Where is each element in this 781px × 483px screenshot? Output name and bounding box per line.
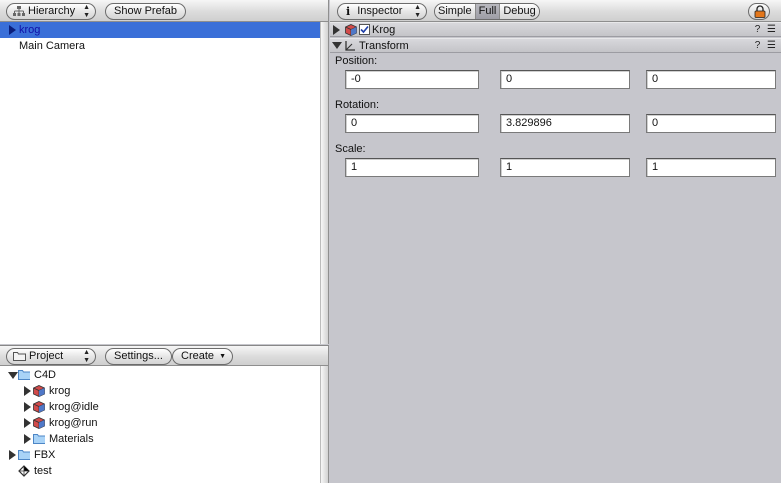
rotation-label: Rotation: bbox=[335, 99, 380, 111]
settings-button[interactable]: Settings... bbox=[105, 348, 172, 365]
project-title: Project bbox=[29, 350, 64, 362]
transform-icon bbox=[345, 41, 355, 51]
project-item-fbx[interactable]: FBX bbox=[0, 447, 320, 463]
hierarchy-item-label: krog bbox=[19, 24, 41, 36]
updown-arrows-icon: ▲ ▼ bbox=[414, 4, 421, 19]
context-menu-icon[interactable]: ☰ bbox=[767, 24, 778, 35]
inspector-title: Inspector bbox=[357, 5, 403, 18]
folder-icon bbox=[18, 370, 30, 380]
folder-icon bbox=[13, 352, 26, 362]
rotation-x-field[interactable]: 0 bbox=[345, 114, 479, 133]
mode-debug[interactable]: Debug bbox=[500, 4, 539, 19]
mode-full[interactable]: Full bbox=[475, 4, 501, 19]
hierarchy-title: Hierarchy bbox=[28, 5, 76, 17]
project-item-krog[interactable]: krog bbox=[0, 383, 320, 399]
show-prefab-button[interactable]: Show Prefab bbox=[105, 3, 186, 20]
model-icon bbox=[33, 401, 45, 413]
transform-header: Transform ? ☰ bbox=[330, 38, 781, 53]
project-item-test[interactable]: test bbox=[0, 463, 320, 479]
transform-title: Transform bbox=[359, 40, 409, 52]
project-item-label: C4D bbox=[34, 369, 57, 381]
create-dropdown[interactable]: Create ▼ bbox=[172, 348, 234, 365]
component-header-controls: ? ☰ bbox=[755, 23, 778, 37]
project-toolbar: Project ▲ ▼ Settings... Create ▼ bbox=[0, 346, 328, 366]
expand-triangle-icon[interactable] bbox=[9, 25, 16, 35]
folder-icon bbox=[18, 450, 30, 460]
enabled-checkbox[interactable] bbox=[359, 24, 370, 35]
hierarchy-dropdown[interactable]: Hierarchy ▲ ▼ bbox=[6, 3, 96, 20]
hierarchy-icon bbox=[13, 5, 25, 16]
lock-button[interactable] bbox=[748, 3, 770, 20]
object-name: Krog bbox=[372, 24, 396, 36]
project-item-label: krog@run bbox=[49, 417, 98, 429]
project-scroll-edge bbox=[320, 366, 328, 483]
help-icon[interactable]: ? bbox=[755, 40, 763, 51]
updown-arrows-icon: ▲ ▼ bbox=[83, 4, 90, 19]
mode-simple[interactable]: Simple bbox=[435, 4, 476, 19]
expand-triangle-icon[interactable] bbox=[9, 450, 16, 460]
project-item-c4d[interactable]: C4D bbox=[0, 367, 320, 383]
lock-icon bbox=[754, 5, 766, 18]
collapse-triangle-icon[interactable] bbox=[332, 42, 342, 49]
project-item-label: FBX bbox=[34, 449, 56, 461]
scale-y-field[interactable]: 1 bbox=[500, 158, 630, 177]
hierarchy-item-label: Main Camera bbox=[19, 40, 86, 52]
expand-triangle-icon[interactable] bbox=[24, 418, 31, 428]
info-icon: i bbox=[346, 5, 351, 18]
inspector-panel: i Inspector ▲ ▼ Simple Full Debug Krog ? ☰ bbox=[330, 0, 781, 483]
project-panel: Project ▲ ▼ Settings... Create ▼ C4D krog bbox=[0, 345, 329, 483]
scale-x-field[interactable]: 1 bbox=[345, 158, 479, 177]
expand-triangle-icon[interactable] bbox=[333, 25, 340, 35]
folder-icon bbox=[33, 434, 45, 444]
inspector-toolbar: i Inspector ▲ ▼ Simple Full Debug bbox=[330, 0, 781, 22]
project-item-label: Materials bbox=[49, 433, 94, 445]
help-icon[interactable]: ? bbox=[755, 24, 763, 35]
create-label: Create bbox=[181, 350, 215, 362]
rotation-z-field[interactable]: 0 bbox=[646, 114, 776, 133]
project-item-label: krog bbox=[49, 385, 71, 397]
hierarchy-panel: Hierarchy ▲ ▼ Show Prefab krog Main Camer… bbox=[0, 0, 329, 344]
hierarchy-toolbar: Hierarchy ▲ ▼ Show Prefab bbox=[0, 0, 328, 22]
position-y-field[interactable]: 0 bbox=[500, 70, 630, 89]
position-x-field[interactable]: -0 bbox=[345, 70, 479, 89]
expand-triangle-icon[interactable] bbox=[24, 434, 31, 444]
collapse-triangle-icon[interactable] bbox=[8, 372, 18, 379]
component-header-controls: ? ☰ bbox=[755, 39, 778, 53]
hierarchy-item-krog[interactable]: krog bbox=[0, 22, 320, 38]
expand-triangle-icon[interactable] bbox=[24, 386, 31, 396]
inspector-dropdown[interactable]: i Inspector ▲ ▼ bbox=[337, 3, 427, 20]
updown-arrows-icon: ▲ ▼ bbox=[83, 349, 90, 364]
hierarchy-scroll-edge bbox=[320, 22, 328, 344]
project-item-materials[interactable]: Materials bbox=[0, 431, 320, 447]
model-icon bbox=[33, 385, 45, 397]
expand-triangle-icon[interactable] bbox=[24, 402, 31, 412]
position-z-field[interactable]: 0 bbox=[646, 70, 776, 89]
project-item-krog-idle[interactable]: krog@idle bbox=[0, 399, 320, 415]
chevron-down-icon: ▼ bbox=[219, 353, 227, 360]
object-header: Krog ? ☰ bbox=[330, 22, 781, 37]
context-menu-icon[interactable]: ☰ bbox=[767, 40, 778, 51]
scale-z-field[interactable]: 1 bbox=[646, 158, 776, 177]
project-dropdown[interactable]: Project ▲ ▼ bbox=[6, 348, 96, 365]
hierarchy-item-main-camera[interactable]: Main Camera bbox=[0, 38, 320, 54]
rotation-y-field[interactable]: 3.829896 bbox=[500, 114, 630, 133]
model-icon bbox=[33, 417, 45, 429]
gameobject-icon bbox=[345, 24, 357, 36]
project-item-krog-run[interactable]: krog@run bbox=[0, 415, 320, 431]
unity-scene-icon bbox=[18, 465, 30, 477]
position-label: Position: bbox=[335, 55, 378, 67]
project-item-label: krog@idle bbox=[49, 401, 99, 413]
project-item-label: test bbox=[34, 465, 52, 477]
scale-label: Scale: bbox=[335, 143, 366, 155]
inspector-mode-toggle: Simple Full Debug bbox=[434, 3, 540, 20]
